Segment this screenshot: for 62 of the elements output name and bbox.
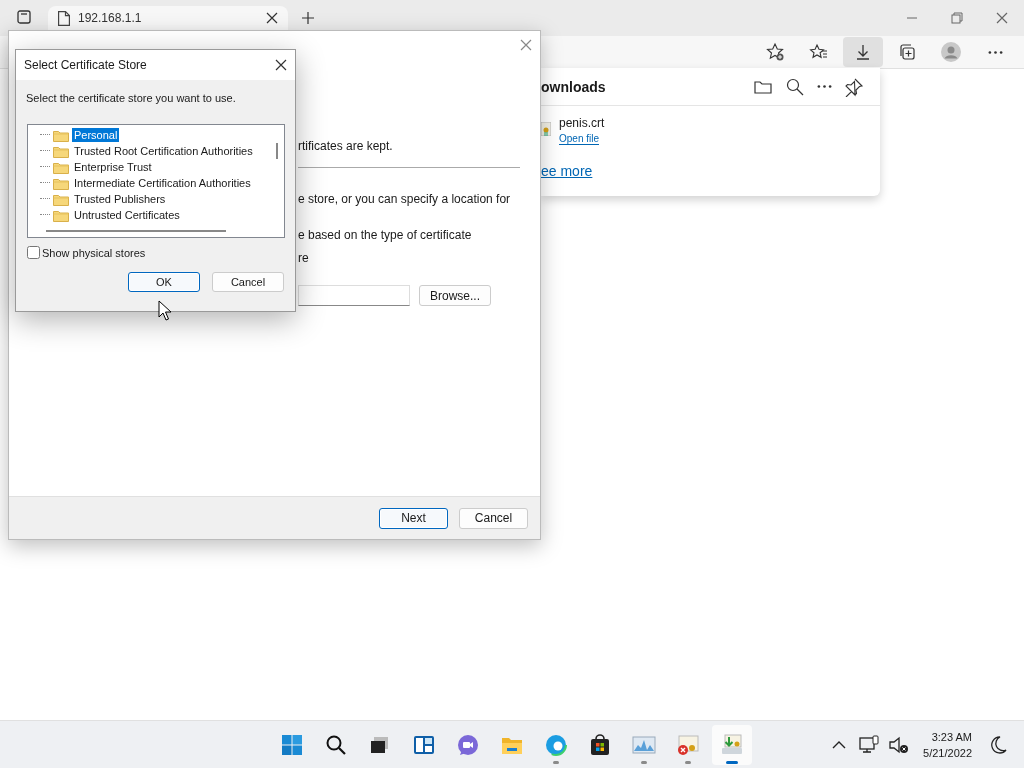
tree-item[interactable]: Enterprise Trust — [72, 160, 154, 174]
tab-actions-icon[interactable] — [17, 10, 31, 24]
open-file-link[interactable]: Open file — [559, 133, 600, 145]
folder-icon — [53, 176, 69, 190]
avatar-icon — [941, 42, 961, 62]
tree-item[interactable]: Untrusted Certificates — [72, 208, 182, 222]
prompt-text: Select the certificate store you want to use. — [25, 91, 237, 104]
download-button[interactable] — [843, 37, 883, 67]
see-more-link[interactable]: ee more — [541, 163, 880, 179]
scroll-thumb[interactable] — [46, 230, 226, 232]
dialog-button[interactable]: OK — [128, 272, 200, 292]
more-icon — [987, 50, 1003, 54]
checkbox[interactable] — [27, 246, 40, 259]
instruction-text: rtificates are kept. — [298, 139, 394, 153]
wizard-button[interactable]: Next — [379, 507, 448, 529]
pin-icon[interactable] — [844, 76, 864, 97]
collections-icon — [897, 42, 917, 62]
tab-title: 192.168.1.1 — [78, 11, 143, 25]
restore-icon[interactable] — [950, 12, 963, 24]
close-icon[interactable] — [266, 12, 278, 24]
instruction-text: e store, or you can specify a location for — [298, 192, 512, 206]
time-text: 3:23 AM — [931, 729, 972, 745]
scroll-thumb[interactable] — [276, 143, 278, 159]
folder-icon — [53, 128, 69, 142]
browser-icon — [544, 732, 568, 757]
running-indicator — [641, 760, 647, 764]
instruction-text: re — [298, 251, 310, 265]
checkbox-label: Show physical stores — [42, 246, 146, 259]
star-plus-icon — [765, 42, 785, 62]
wizard-button[interactable]: Cancel — [459, 507, 528, 529]
folder-icon — [53, 208, 69, 222]
tree-item[interactable]: Trusted Publishers — [72, 192, 168, 206]
tree-item[interactable]: Intermediate Certification Authorities — [72, 176, 253, 190]
dialog-title: Select Certificate Store — [24, 58, 148, 72]
running-indicator — [726, 760, 738, 764]
search-icon[interactable] — [785, 76, 805, 97]
plus-icon[interactable] — [302, 12, 314, 24]
file-name: penis.crt — [559, 116, 605, 130]
panel-title: ownloads — [541, 78, 607, 95]
clock[interactable]: 3:23 AM 5/21/2022 — [923, 728, 972, 761]
folder-icon — [53, 192, 69, 206]
store-field[interactable] — [298, 285, 410, 306]
tree-item[interactable]: Personal — [72, 128, 120, 142]
more-icon[interactable] — [817, 85, 832, 88]
dialog-button[interactable]: Cancel — [212, 272, 284, 292]
tree-item[interactable]: Trusted Root Certification Authorities — [72, 144, 255, 158]
instruction-text: e based on the type of certificate — [298, 228, 473, 242]
running-indicator — [685, 760, 691, 764]
page-icon — [58, 10, 70, 26]
browse-button[interactable]: Browse... — [419, 285, 491, 306]
start-icon — [280, 732, 304, 757]
chat-icon — [456, 732, 480, 757]
browser-tab[interactable]: 192.168.1.1 — [48, 6, 288, 30]
certificate-install-icon — [720, 732, 744, 757]
shopping-bag-icon — [588, 732, 612, 757]
certificate-error-icon — [676, 732, 700, 757]
running-indicator — [553, 760, 559, 764]
close-icon[interactable] — [275, 59, 287, 71]
date-text: 5/21/2022 — [923, 745, 972, 761]
folder-icon — [53, 160, 69, 174]
folder-icon — [53, 144, 69, 158]
mouse-pointer-icon — [158, 300, 171, 321]
